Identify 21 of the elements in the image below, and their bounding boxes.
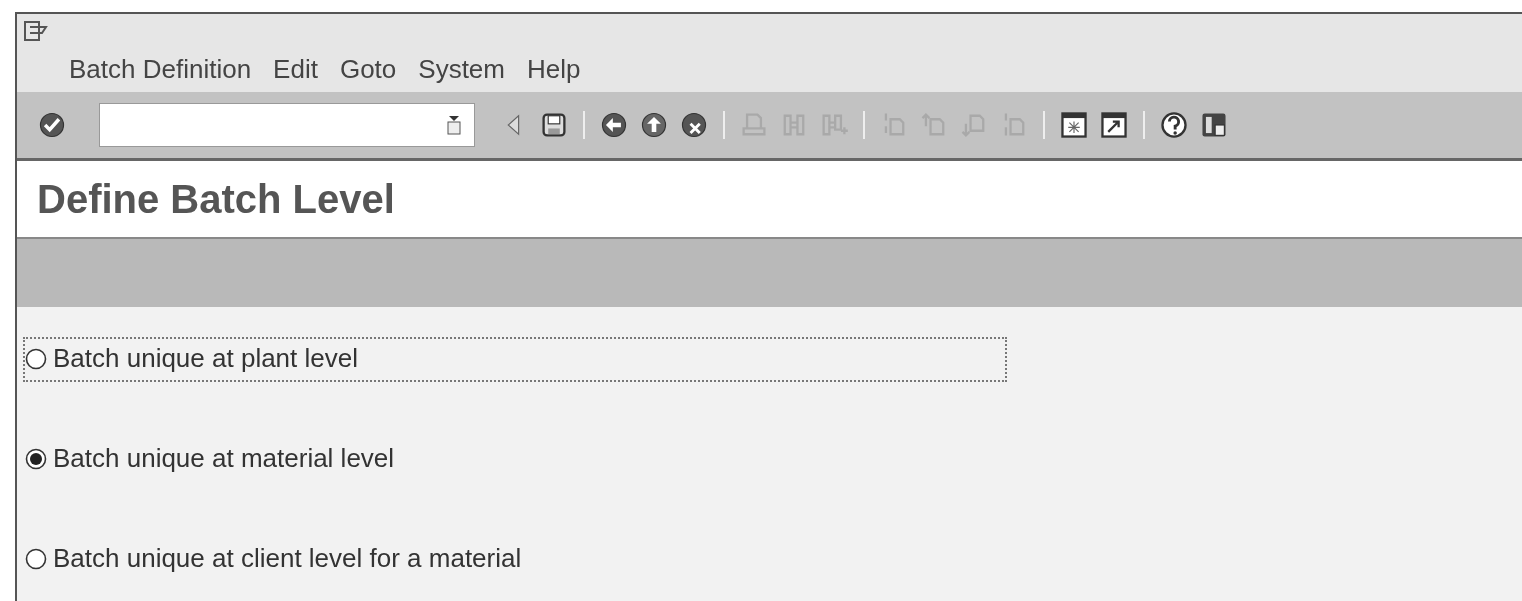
radio-option[interactable]: Batch unique at material level [23, 437, 401, 482]
window-menu-icon[interactable] [23, 20, 49, 42]
menu-item[interactable]: Goto [339, 54, 397, 85]
cancel-icon[interactable] [679, 110, 709, 140]
layout-icon[interactable] [1199, 110, 1229, 140]
question-mark-icon[interactable] [1159, 110, 1189, 140]
arrow-up-icon[interactable] [639, 110, 669, 140]
menu-item[interactable]: System [418, 54, 505, 85]
radio-button[interactable] [25, 447, 47, 470]
radio-button[interactable] [25, 347, 47, 370]
menu-item[interactable]: Help [527, 54, 581, 85]
arrow-left-icon[interactable] [599, 110, 629, 140]
radio-option[interactable]: Batch unique at plant level [23, 337, 1007, 382]
menu-item[interactable]: Edit [273, 54, 318, 85]
radio-option[interactable]: Batch unique at client level for a material [23, 537, 528, 582]
dropdown-icon[interactable] [446, 115, 462, 135]
radio-button[interactable] [25, 547, 47, 570]
menu-item[interactable]: Batch Definition [69, 54, 252, 85]
check-icon[interactable] [37, 110, 67, 140]
screen-title: Define Batch Level [17, 161, 1522, 239]
command-field[interactable] [99, 103, 475, 147]
